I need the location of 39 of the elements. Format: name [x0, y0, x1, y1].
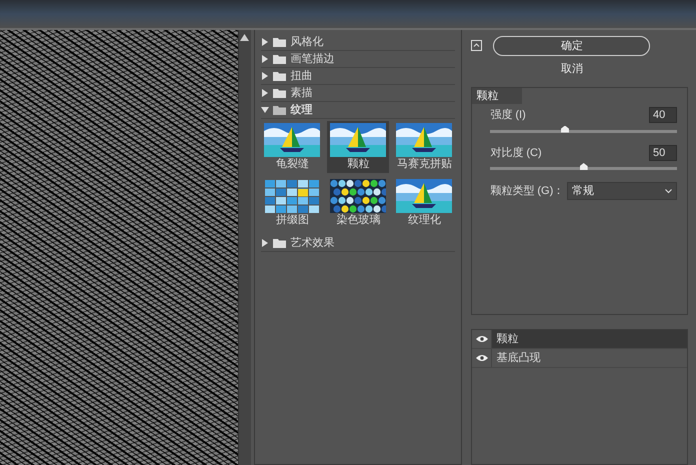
expanded-triangle-icon[interactable]: [261, 106, 270, 114]
slider-label: 强度 (I): [490, 108, 526, 123]
slider-label: 对比度 (C): [490, 146, 542, 160]
slider-thumb[interactable]: [560, 126, 569, 132]
filter-category[interactable]: 画笔描边: [261, 51, 456, 68]
filter-category[interactable]: 风格化: [261, 34, 456, 51]
filter-thumbnail[interactable]: 拼缀图: [261, 177, 324, 229]
filter-category[interactable]: 扭曲: [261, 68, 456, 85]
filter-category[interactable]: 素描: [261, 85, 456, 102]
filter-category[interactable]: 艺术效果: [261, 235, 456, 252]
filter-thumbnail[interactable]: 颗粒: [327, 121, 390, 173]
effect-layer[interactable]: 基底凸现: [492, 348, 687, 367]
folder-icon: [273, 54, 286, 64]
effect-layer[interactable]: 颗粒: [492, 330, 687, 348]
collapse-icon[interactable]: [471, 40, 482, 51]
value-field[interactable]: 40: [649, 107, 677, 124]
panel-title: 颗粒: [472, 88, 522, 104]
folder-icon: [273, 37, 286, 47]
scrollbar[interactable]: [238, 30, 252, 465]
eye-icon[interactable]: [476, 354, 488, 362]
collapsed-triangle-icon[interactable]: [261, 239, 270, 247]
chevron-icon: [665, 188, 672, 194]
value-field[interactable]: 50: [649, 144, 677, 161]
collapsed-triangle-icon[interactable]: [261, 38, 270, 46]
up-arrow-icon[interactable]: [240, 34, 250, 41]
folder-icon: [273, 71, 286, 81]
ok-button[interactable]: 确定: [493, 36, 650, 56]
collapsed-triangle-icon[interactable]: [261, 72, 270, 80]
folder-icon: [273, 238, 286, 248]
cancel-button[interactable]: 取消: [560, 58, 583, 79]
folder-icon: [273, 88, 286, 98]
eye-icon[interactable]: [476, 334, 488, 343]
folder-icon: [273, 105, 286, 115]
collapsed-triangle-icon[interactable]: [261, 55, 270, 63]
filter-category[interactable]: 纹理: [261, 102, 456, 119]
slider-thumb[interactable]: [580, 163, 588, 170]
dropdown-label: 颗粒类型 (G)：: [490, 184, 564, 199]
grain-type-dropdown[interactable]: 常规: [567, 182, 677, 200]
collapsed-triangle-icon[interactable]: [261, 89, 270, 97]
